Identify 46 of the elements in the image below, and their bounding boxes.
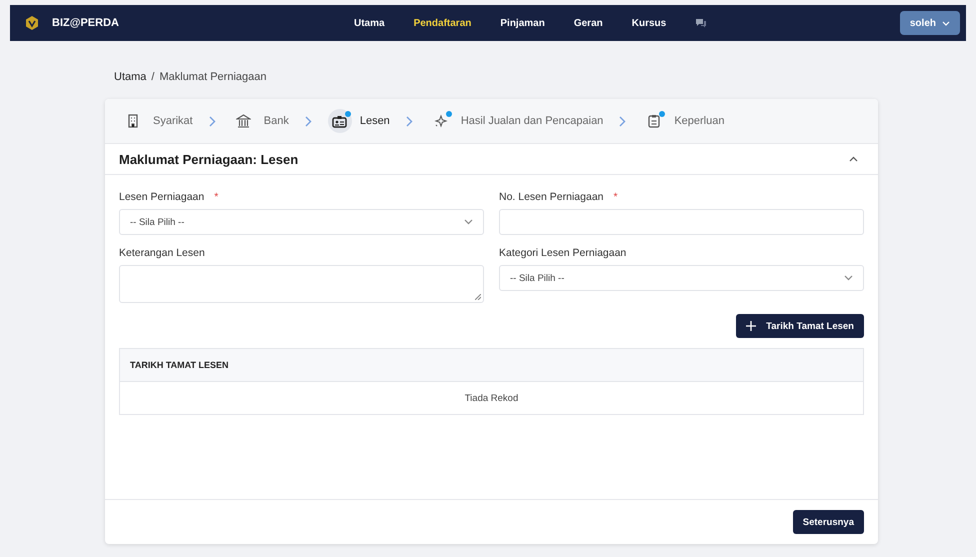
step-tab[interactable]: Syarikat: [121, 109, 193, 133]
field-label: No. Lesen Perniagaan: [499, 191, 604, 203]
nav-link[interactable]: Geran: [574, 18, 603, 28]
input-field[interactable]: [499, 209, 864, 235]
chevron-right-icon: [304, 116, 312, 126]
collapse-icon[interactable]: [849, 156, 858, 162]
step-tab[interactable]: Lesen: [328, 109, 390, 133]
select-field[interactable]: -- Sila Pilih --: [499, 265, 864, 291]
chevron-right-icon: [619, 116, 626, 126]
brand-name: BIZ@PERDA: [52, 17, 119, 29]
breadcrumb-separator: /: [151, 71, 154, 85]
required-mark: *: [214, 191, 218, 203]
nav-link[interactable]: Kursus: [632, 18, 666, 28]
required-mark: *: [614, 191, 618, 203]
plus-icon: [746, 321, 756, 331]
nav-link[interactable]: Pendaftaran: [414, 18, 472, 28]
clipboard-icon: [648, 114, 660, 128]
building-icon: [126, 114, 140, 128]
column-header: TARIKH TAMAT LESEN: [130, 360, 228, 370]
caret-icon: [942, 20, 950, 26]
empty-message: Tiada Rekod: [464, 392, 518, 404]
field-label: Kategori Lesen Perniagaan: [499, 247, 626, 259]
logo-icon: [24, 15, 40, 31]
user-menu-button[interactable]: soleh: [900, 11, 960, 35]
nav-link[interactable]: Utama: [354, 18, 385, 28]
select-field[interactable]: -- Sila Pilih --: [119, 209, 484, 235]
sparkle-icon: [434, 114, 448, 128]
resize-handle-icon[interactable]: [475, 294, 481, 300]
field-label: Keterangan Lesen: [119, 247, 205, 259]
step-tab[interactable]: Keperluan: [642, 109, 724, 133]
next-button[interactable]: Seterusnya: [792, 510, 864, 534]
chat-icon[interactable]: [695, 18, 708, 28]
id-card-icon: [332, 114, 348, 128]
bank-icon: [236, 114, 252, 128]
step-tab[interactable]: Bank: [232, 109, 289, 133]
chevron-right-icon: [208, 116, 216, 126]
chevron-down-icon: [464, 219, 473, 225]
breadcrumb-item[interactable]: Maklumat Perniagaan: [159, 71, 266, 85]
chevron-down-icon: [844, 275, 853, 281]
field-label: Lesen Perniagaan: [119, 191, 204, 203]
section-title: Maklumat Perniagaan: Lesen: [119, 152, 298, 166]
chevron-right-icon: [406, 116, 413, 126]
breadcrumb-item[interactable]: Utama: [114, 71, 146, 85]
add-date-button[interactable]: Tarikh Tamat Lesen: [736, 314, 864, 338]
nav-link[interactable]: Pinjaman: [500, 18, 545, 28]
step-tab[interactable]: Hasil Jualan dan Pencapaian: [428, 109, 604, 133]
